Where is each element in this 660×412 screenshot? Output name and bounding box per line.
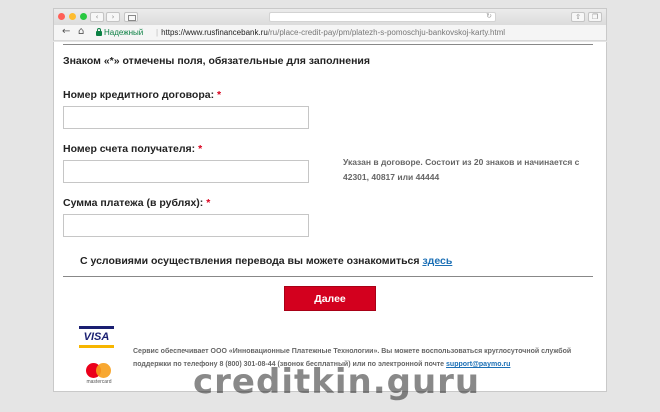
home-icon[interactable]: ⌂ bbox=[78, 26, 84, 37]
account-number-label: Номер счета получателя: * bbox=[63, 143, 203, 155]
payment-amount-label: Сумма платежа (в рублях): * bbox=[63, 197, 211, 209]
required-asterisk: * bbox=[198, 143, 203, 155]
contract-number-label: Номер кредитного договора: * bbox=[63, 89, 222, 101]
maximize-window-button[interactable] bbox=[80, 13, 87, 20]
reload-icon[interactable]: ↻ bbox=[486, 12, 492, 20]
secure-indicator[interactable]: Надежный bbox=[96, 28, 143, 37]
minimize-window-button[interactable] bbox=[69, 13, 76, 20]
contract-number-input[interactable] bbox=[63, 106, 309, 129]
close-window-button[interactable] bbox=[58, 13, 65, 20]
mastercard-logo: mastercard bbox=[82, 362, 116, 388]
section-divider bbox=[63, 276, 593, 277]
account-number-hint: Указан в договоре. Состоит из 20 знаков … bbox=[343, 157, 580, 182]
required-asterisk: * bbox=[206, 197, 211, 209]
lock-icon bbox=[96, 28, 102, 36]
tabs-icon[interactable]: ❐ bbox=[588, 12, 602, 22]
share-icon[interactable]: ⇧ bbox=[571, 12, 585, 22]
titlebar-actions: ⇧ ❐ bbox=[571, 12, 602, 22]
browser-titlebar: ‹ › ↻ ⇧ ❐ bbox=[53, 8, 607, 25]
history-nav: ‹ › bbox=[90, 12, 120, 22]
next-button[interactable]: Далее bbox=[284, 286, 376, 311]
page-content: Знаком «*» отмечены поля, обязательные д… bbox=[53, 42, 607, 392]
sidebar-toggle-icon[interactable] bbox=[124, 12, 138, 22]
terms-link[interactable]: здесь bbox=[422, 255, 452, 267]
back-arrow-icon[interactable]: ← bbox=[62, 26, 70, 37]
secure-label: Надежный bbox=[104, 28, 144, 37]
url-path: /ru/place-credit-pay/pm/platezh-s-pomosc… bbox=[267, 28, 506, 37]
window-controls bbox=[58, 13, 87, 20]
top-divider bbox=[63, 44, 593, 45]
account-number-input[interactable] bbox=[63, 160, 309, 183]
titlebar-address-field[interactable]: ↻ bbox=[269, 12, 496, 22]
visa-logo: VISA bbox=[79, 326, 114, 348]
forward-arrow-icon[interactable]: › bbox=[106, 12, 120, 22]
watermark-text: creditkin.guru bbox=[193, 362, 481, 402]
terms-notice: С условиями осуществления перевода вы мо… bbox=[80, 255, 453, 267]
required-fields-note: Знаком «*» отмечены поля, обязательные д… bbox=[63, 55, 370, 67]
back-arrow-icon[interactable]: ‹ bbox=[90, 12, 104, 22]
address-bar[interactable]: | https://www.rusfinancebank.ru/ru/place-… bbox=[153, 28, 505, 37]
url-host: https://www.rusfinancebank.ru bbox=[161, 28, 268, 37]
required-asterisk: * bbox=[217, 89, 222, 101]
payment-amount-input[interactable] bbox=[63, 214, 309, 237]
browser-toolbar: ← ⌂ Надежный | https://www.rusfinancebank… bbox=[53, 25, 607, 41]
